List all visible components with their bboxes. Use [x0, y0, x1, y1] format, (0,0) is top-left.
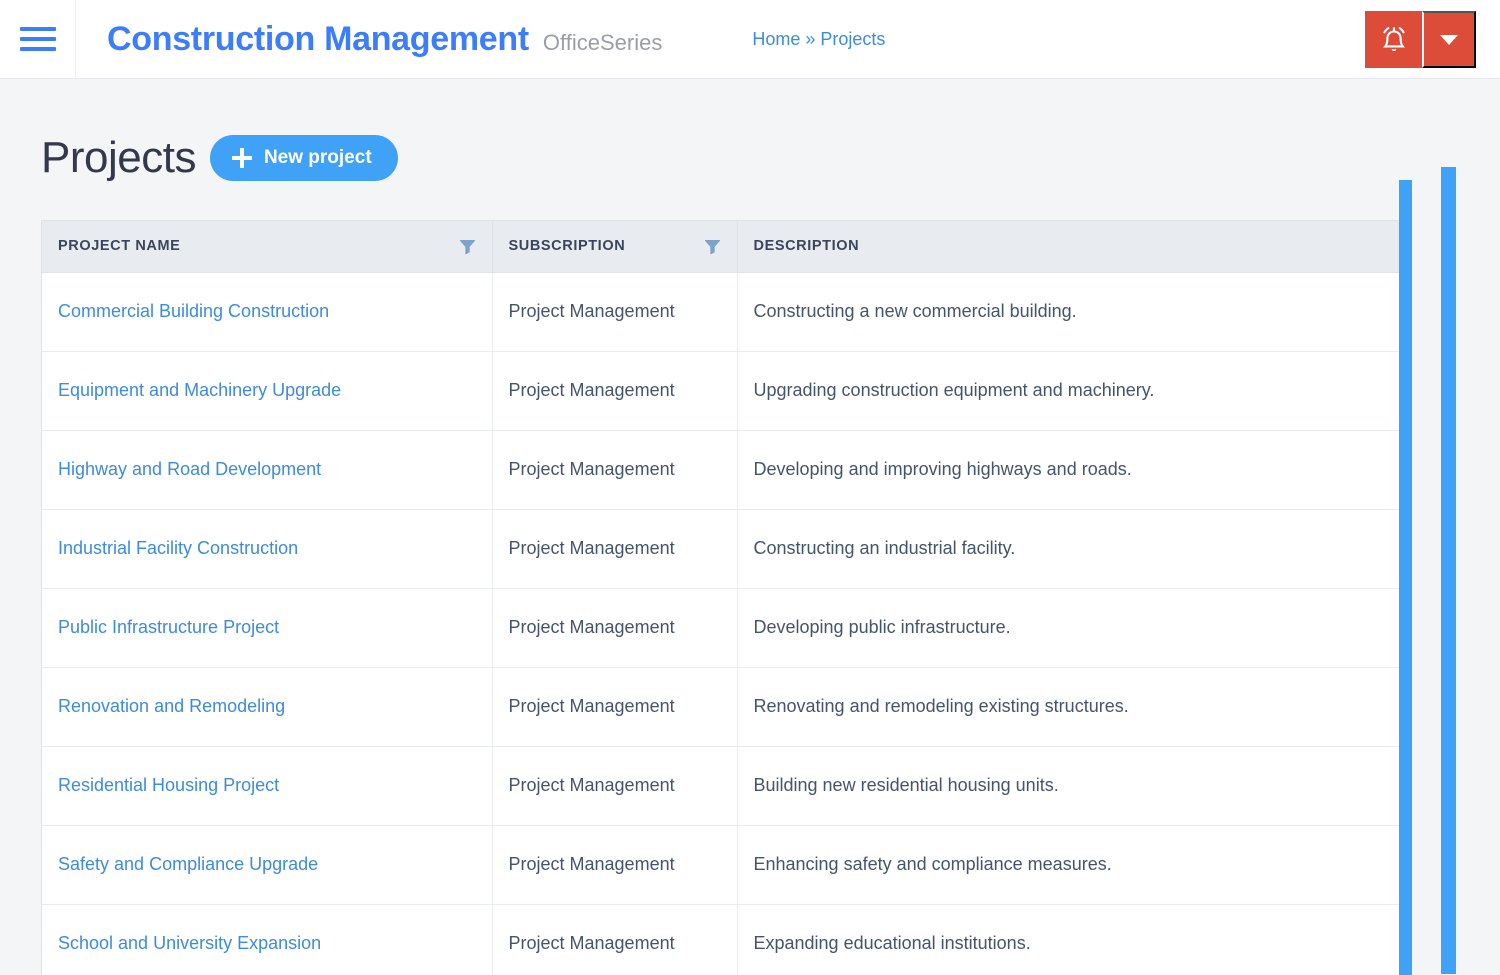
page-title: Projects: [41, 133, 196, 183]
cell-description: Developing and improving highways and ro…: [737, 430, 1410, 509]
app-subtitle: OfficeSeries: [543, 30, 662, 56]
table-row[interactable]: Equipment and Machinery Upgrade Project …: [42, 351, 1410, 430]
cell-subscription: Project Management: [492, 904, 737, 975]
breadcrumb-projects-link[interactable]: Projects: [820, 29, 885, 50]
brand: Construction Management OfficeSeries: [76, 20, 662, 59]
alert-dropdown-button[interactable]: [1422, 11, 1476, 68]
plus-icon: [232, 148, 252, 168]
cell-subscription: Project Management: [492, 588, 737, 667]
project-link[interactable]: Renovation and Remodeling: [58, 696, 285, 716]
cell-project-name: Safety and Compliance Upgrade: [42, 825, 492, 904]
table-header: PROJECT NAME SUBSCRIPTION: [42, 221, 1410, 272]
cell-subscription: Project Management: [492, 746, 737, 825]
project-link[interactable]: Safety and Compliance Upgrade: [58, 854, 318, 874]
table-row[interactable]: Industrial Facility Construction Project…: [42, 509, 1410, 588]
cell-subscription: Project Management: [492, 825, 737, 904]
page-header: Projects New project: [41, 79, 1500, 183]
cell-subscription: Project Management: [492, 351, 737, 430]
project-link[interactable]: Residential Housing Project: [58, 775, 279, 795]
cell-subscription: Project Management: [492, 509, 737, 588]
cell-project-name: Highway and Road Development: [42, 430, 492, 509]
cell-project-name: Commercial Building Construction: [42, 272, 492, 351]
alarm-bell-icon: [1380, 25, 1408, 55]
cell-subscription: Project Management: [492, 272, 737, 351]
table-row[interactable]: Residential Housing Project Project Mana…: [42, 746, 1410, 825]
cell-project-name: Equipment and Machinery Upgrade: [42, 351, 492, 430]
projects-table: PROJECT NAME SUBSCRIPTION: [42, 221, 1410, 975]
column-header-label: PROJECT NAME: [58, 238, 180, 254]
cell-project-name: Public Infrastructure Project: [42, 588, 492, 667]
project-link[interactable]: Industrial Facility Construction: [58, 538, 298, 558]
project-link[interactable]: Highway and Road Development: [58, 459, 321, 479]
hamburger-bar: [20, 37, 56, 41]
breadcrumb-separator: »: [804, 29, 816, 50]
cell-description: Constructing an industrial facility.: [737, 509, 1410, 588]
cell-project-name: Industrial Facility Construction: [42, 509, 492, 588]
cell-description: Enhancing safety and compliance measures…: [737, 825, 1410, 904]
hamburger-menu-icon[interactable]: [0, 0, 75, 79]
cell-project-name: Renovation and Remodeling: [42, 667, 492, 746]
filter-funnel-icon[interactable]: [704, 238, 721, 255]
table-row[interactable]: Public Infrastructure Project Project Ma…: [42, 588, 1410, 667]
project-link[interactable]: Commercial Building Construction: [58, 301, 329, 321]
column-header-subscription[interactable]: SUBSCRIPTION: [492, 221, 737, 272]
cell-description: Renovating and remodeling existing struc…: [737, 667, 1410, 746]
new-project-label: New project: [264, 147, 372, 169]
column-header-label: DESCRIPTION: [754, 238, 860, 254]
cell-description: Developing public infrastructure.: [737, 588, 1410, 667]
table-row[interactable]: Commercial Building Construction Project…: [42, 272, 1410, 351]
filter-funnel-icon[interactable]: [459, 238, 476, 255]
hamburger-bar: [20, 47, 56, 51]
table-body: Commercial Building Construction Project…: [42, 272, 1410, 975]
project-link[interactable]: Public Infrastructure Project: [58, 617, 279, 637]
cell-description: Constructing a new commercial building.: [737, 272, 1410, 351]
chevron-down-icon: [1440, 35, 1458, 45]
breadcrumb-home-link[interactable]: Home: [752, 29, 800, 50]
cell-description: Building new residential housing units.: [737, 746, 1410, 825]
hamburger-bar: [20, 27, 56, 31]
new-project-button[interactable]: New project: [210, 135, 398, 181]
column-header-label: SUBSCRIPTION: [509, 238, 626, 254]
column-header-project-name[interactable]: PROJECT NAME: [42, 221, 492, 272]
table-row[interactable]: Highway and Road Development Project Man…: [42, 430, 1410, 509]
app-title: Construction Management: [107, 20, 529, 59]
page-content: Projects New project PROJECT NAME: [0, 79, 1500, 975]
column-header-description[interactable]: DESCRIPTION: [737, 221, 1410, 272]
alarm-bell-button[interactable]: [1365, 11, 1422, 68]
table-row[interactable]: Safety and Compliance Upgrade Project Ma…: [42, 825, 1410, 904]
project-link[interactable]: School and University Expansion: [58, 933, 321, 953]
cell-project-name: School and University Expansion: [42, 904, 492, 975]
breadcrumb: Home » Projects: [752, 29, 885, 50]
cell-project-name: Residential Housing Project: [42, 746, 492, 825]
cell-subscription: Project Management: [492, 667, 737, 746]
projects-table-container: PROJECT NAME SUBSCRIPTION: [41, 220, 1411, 975]
cell-description: Expanding educational institutions.: [737, 904, 1410, 975]
table-row[interactable]: Renovation and Remodeling Project Manage…: [42, 667, 1410, 746]
cell-subscription: Project Management: [492, 430, 737, 509]
top-bar: Construction Management OfficeSeries Hom…: [0, 0, 1500, 79]
table-row[interactable]: School and University Expansion Project …: [42, 904, 1410, 975]
project-link[interactable]: Equipment and Machinery Upgrade: [58, 380, 341, 400]
page-scrollbar[interactable]: [1399, 180, 1412, 975]
topbar-actions: [1365, 11, 1476, 68]
table-header-row: PROJECT NAME SUBSCRIPTION: [42, 221, 1410, 272]
cell-description: Upgrading construction equipment and mac…: [737, 351, 1410, 430]
window-scrollbar[interactable]: [1441, 167, 1456, 974]
